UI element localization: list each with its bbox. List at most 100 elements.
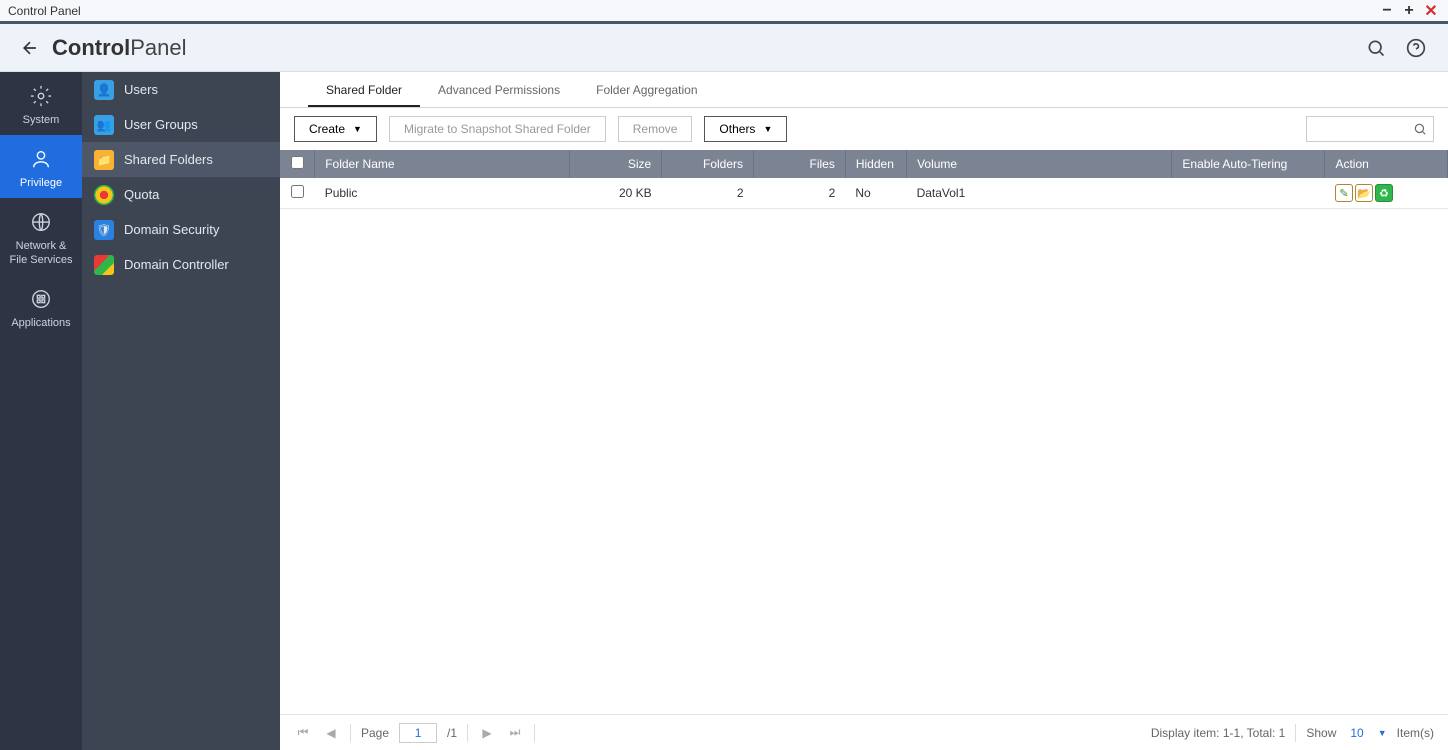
nav-label-applications: Applications	[11, 317, 70, 330]
page-label: Page	[361, 726, 389, 740]
col-size[interactable]: Size	[570, 150, 662, 178]
help-icon	[1406, 38, 1426, 58]
sidebar-label-domain-controller: Domain Controller	[124, 257, 229, 272]
back-button[interactable]	[18, 36, 42, 60]
edit-action-icon[interactable]: ✎	[1335, 184, 1353, 202]
table-row[interactable]: Public 20 KB 2 2 No DataVol1 ✎ 📂 ♻	[280, 178, 1448, 209]
help-button[interactable]	[1402, 34, 1430, 62]
search-header-button[interactable]	[1362, 34, 1390, 62]
sidebar-item-users[interactable]: 👤 Users	[82, 72, 280, 107]
user-avatar-icon: 👤	[94, 80, 114, 100]
col-hidden[interactable]: Hidden	[845, 150, 906, 178]
remove-label: Remove	[633, 122, 678, 136]
show-count[interactable]: 10	[1350, 726, 1363, 740]
nav-item-network[interactable]: Network & File Services	[0, 198, 82, 274]
sidebar-item-user-groups[interactable]: 👥 User Groups	[82, 107, 280, 142]
row-checkbox[interactable]	[291, 185, 304, 198]
grid-icon	[27, 285, 55, 313]
close-button[interactable]: ✕	[1422, 2, 1440, 20]
search-icon	[1366, 38, 1386, 58]
sidebar-label-domain-security: Domain Security	[124, 222, 219, 237]
tab-advanced-permissions[interactable]: Advanced Permissions	[420, 83, 578, 107]
users-group-icon: 👥	[94, 115, 114, 135]
cell-volume: DataVol1	[907, 178, 1172, 209]
items-label: Item(s)	[1397, 726, 1434, 740]
col-folders[interactable]: Folders	[662, 150, 754, 178]
user-icon	[27, 145, 55, 173]
content-area: Shared Folder Advanced Permissions Folde…	[280, 72, 1448, 750]
col-volume[interactable]: Volume	[907, 150, 1172, 178]
others-label: Others	[719, 122, 755, 136]
page-title: ControlPanel	[52, 35, 186, 61]
sidebar-item-domain-security[interactable]: 🛡 Domain Security	[82, 212, 280, 247]
remove-button: Remove	[618, 116, 693, 142]
tab-shared-folder[interactable]: Shared Folder	[308, 83, 420, 107]
nav-item-applications[interactable]: Applications	[0, 275, 82, 338]
title-bold: Control	[52, 35, 130, 60]
sidebar-label-shared-folders: Shared Folders	[124, 152, 213, 167]
domain-controller-icon	[94, 255, 114, 275]
nav-label-network: Network & File Services	[10, 240, 73, 266]
page-total: /1	[447, 726, 457, 740]
search-input[interactable]	[1313, 122, 1413, 136]
globe-icon	[27, 208, 55, 236]
show-label: Show	[1306, 726, 1336, 740]
folder-share-icon: 📁	[94, 150, 114, 170]
page-input[interactable]	[399, 723, 437, 743]
sidebar-label-quota: Quota	[124, 187, 159, 202]
others-button[interactable]: Others ▼	[704, 116, 787, 142]
sidebar: 👤 Users 👥 User Groups 📁 Shared Folders Q…	[82, 72, 280, 750]
arrow-left-icon	[20, 38, 40, 58]
col-action[interactable]: Action	[1325, 150, 1448, 178]
page-first-button[interactable]: ⏮	[294, 724, 312, 742]
cell-folder-name: Public	[315, 178, 570, 209]
cell-folders: 2	[662, 178, 754, 209]
nav-rail: System Privilege Network & File Services…	[0, 72, 82, 750]
nav-label-privilege: Privilege	[20, 177, 62, 190]
search-box[interactable]	[1306, 116, 1434, 142]
migrate-button: Migrate to Snapshot Shared Folder	[389, 116, 606, 142]
maximize-button[interactable]: +	[1400, 2, 1418, 20]
create-label: Create	[309, 122, 345, 136]
display-item-text: Display item: 1-1, Total: 1	[1151, 726, 1286, 740]
cell-auto-tiering	[1172, 178, 1325, 209]
col-auto-tiering[interactable]: Enable Auto-Tiering	[1172, 150, 1325, 178]
caret-down-icon: ▼	[353, 124, 362, 134]
col-checkbox	[280, 150, 315, 178]
gear-icon	[27, 82, 55, 110]
sidebar-item-shared-folders[interactable]: 📁 Shared Folders	[82, 142, 280, 177]
sidebar-label-users: Users	[124, 82, 158, 97]
table-wrap: Folder Name Size Folders Files Hidden Vo…	[280, 150, 1448, 714]
permissions-action-icon[interactable]: 📂	[1355, 184, 1373, 202]
app-header: ControlPanel	[0, 24, 1448, 72]
cell-files: 2	[754, 178, 846, 209]
cell-hidden: No	[845, 178, 906, 209]
caret-down-icon[interactable]: ▼	[1378, 728, 1387, 738]
sidebar-item-quota[interactable]: Quota	[82, 177, 280, 212]
create-button[interactable]: Create ▼	[294, 116, 377, 142]
select-all-checkbox[interactable]	[291, 156, 304, 169]
col-files[interactable]: Files	[754, 150, 846, 178]
recycle-action-icon[interactable]: ♻	[1375, 184, 1393, 202]
window-title: Control Panel	[8, 4, 81, 18]
quota-pie-icon	[94, 185, 114, 205]
tab-folder-aggregation[interactable]: Folder Aggregation	[578, 83, 715, 107]
nav-item-system[interactable]: System	[0, 72, 82, 135]
toolbar: Create ▼ Migrate to Snapshot Shared Fold…	[280, 108, 1448, 150]
pager: ⏮ ◀ Page /1 ▶ ⏭ Display item: 1-1, Total…	[280, 714, 1448, 750]
title-light: Panel	[130, 35, 186, 60]
shield-icon: 🛡	[94, 220, 114, 240]
cell-action: ✎ 📂 ♻	[1325, 178, 1448, 209]
nav-item-privilege[interactable]: Privilege	[0, 135, 82, 198]
search-icon	[1413, 122, 1427, 136]
migrate-label: Migrate to Snapshot Shared Folder	[404, 122, 591, 136]
tab-bar: Shared Folder Advanced Permissions Folde…	[280, 72, 1448, 108]
cell-size: 20 KB	[570, 178, 662, 209]
minimize-button[interactable]: −	[1378, 2, 1396, 20]
sidebar-item-domain-controller[interactable]: Domain Controller	[82, 247, 280, 282]
page-last-button[interactable]: ⏭	[506, 724, 524, 742]
page-next-button[interactable]: ▶	[478, 724, 496, 742]
col-folder-name[interactable]: Folder Name	[315, 150, 570, 178]
page-prev-button[interactable]: ◀	[322, 724, 340, 742]
caret-down-icon: ▼	[763, 124, 772, 134]
